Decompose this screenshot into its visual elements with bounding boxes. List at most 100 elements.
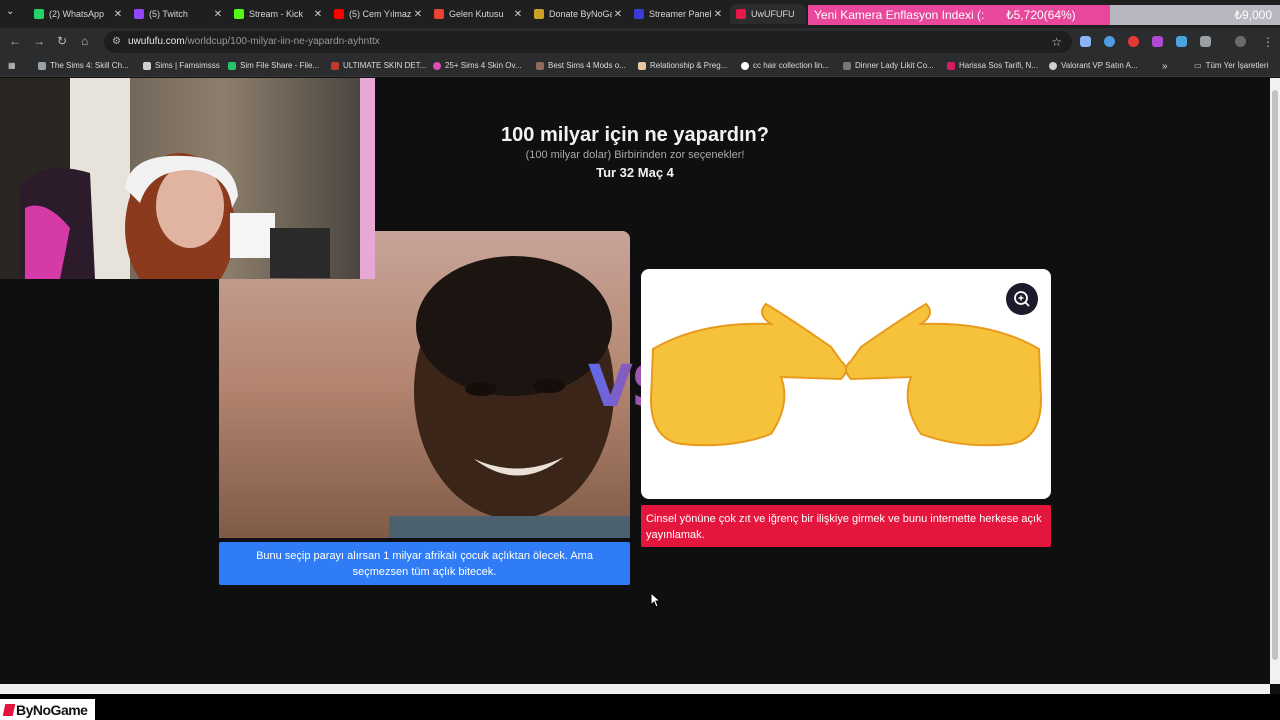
twitch-icon [134, 9, 144, 19]
left-option-description[interactable]: Bunu seçip parayı alırsan 1 milyar afrik… [219, 542, 630, 585]
menu-kebab-icon[interactable]: ⋮ [1262, 35, 1274, 49]
globe-icon [38, 61, 46, 70]
pointing-fingers-icon [649, 302, 1043, 447]
site-icon [638, 61, 646, 70]
youtube-icon [334, 9, 344, 19]
bookmark-item[interactable]: cc hair collection lin... [741, 61, 829, 70]
shield-extension-icon[interactable] [1080, 36, 1091, 47]
whatsapp-icon [34, 9, 44, 19]
streamer-webcam [0, 78, 375, 279]
uwufufu-icon [736, 9, 746, 19]
zoom-icon-graphic [1014, 291, 1030, 307]
url-domain: uwufufu.com [128, 36, 185, 47]
tab-gmail[interactable]: Gelen Kutusu ✕ [428, 4, 524, 24]
scrollbar-thumb[interactable] [1272, 90, 1278, 660]
bookmark-label: Valorant VP Satın A... [1061, 61, 1138, 70]
donation-goal-amount: ₺9,000 [1234, 8, 1272, 22]
mouse-cursor-icon [650, 592, 662, 608]
stream-bottom-strip [0, 694, 1280, 720]
forward-icon[interactable]: → [33, 34, 45, 48]
bookmarks-folder[interactable]: ▭ Tüm Yer İşaretleri [1194, 61, 1268, 70]
bookmark-star-icon[interactable]: ☆ [1051, 35, 1062, 49]
bookmark-label: The Sims 4: Skill Ch... [50, 61, 129, 70]
bookmark-label: Relationship & Preg... [650, 61, 728, 70]
close-icon[interactable]: ✕ [712, 9, 724, 20]
bookmark-item[interactable]: Best Sims 4 Mods o... [536, 61, 626, 70]
bookmark-item[interactable]: Valorant VP Satın A... [1049, 61, 1138, 70]
bookmarks-folder-label: Tüm Yer İşaretleri [1205, 61, 1269, 70]
horizontal-scrollbar[interactable] [0, 684, 1270, 694]
address-bar-row: ← → ↻ ⌂ ⚙ uwufufu.com/worldcup/100-milya… [0, 28, 1280, 56]
close-icon[interactable]: ✕ [312, 9, 324, 20]
tab-search-chevron-icon[interactable]: ⌄ [6, 6, 14, 17]
tab-whatsapp[interactable]: (2) WhatsApp ✕ [28, 4, 124, 24]
profile-avatar[interactable] [1235, 36, 1246, 47]
magnifier-plus-icon[interactable] [1006, 283, 1038, 315]
bookmark-item[interactable]: The Sims 4: Skill Ch... [38, 61, 129, 70]
close-icon[interactable]: ✕ [212, 9, 224, 20]
close-icon[interactable]: ✕ [412, 9, 424, 20]
more-bookmarks-button[interactable]: » [1162, 61, 1168, 72]
donation-goal-label: Yeni Kamera Enflasyon Indexi (: [814, 8, 985, 22]
tab-streamer-panel[interactable]: Streamer Panel ✕ [628, 4, 724, 24]
right-option-description[interactable]: Cinsel yönüne çok zıt ve iğrenç bir iliş… [641, 505, 1051, 547]
extension-icon[interactable] [1104, 36, 1115, 47]
bynogame-logo-mark [2, 703, 16, 716]
reload-icon[interactable]: ↻ [57, 34, 67, 48]
url-input[interactable]: ⚙ uwufufu.com/worldcup/100-milyar-iin-ne… [104, 31, 1072, 53]
panel-icon [634, 9, 644, 19]
diamond-icon [143, 61, 151, 70]
tab-label: Stream - Kick [249, 9, 304, 19]
bookmark-item[interactable]: Dinner Lady Likit Co... [843, 61, 934, 70]
extension-icon[interactable] [1152, 36, 1163, 47]
vertical-scrollbar[interactable] [1270, 78, 1280, 684]
donation-goal-bar: Yeni Kamera Enflasyon Indexi (: ₺5,720(6… [808, 5, 1280, 25]
close-icon[interactable]: ✕ [612, 9, 624, 20]
bookmark-label: Sim File Share - File... [240, 61, 320, 70]
apps-grid-icon[interactable]: ▦ [8, 61, 16, 70]
tab-youtube[interactable]: (5) Cem Yılmaz ✕ [328, 4, 424, 24]
bookmarks-bar: ▦ The Sims 4: Skill Ch... Sims | Famsims… [0, 56, 1280, 77]
tab-kick[interactable]: Stream - Kick ✕ [228, 4, 324, 24]
bookmark-item[interactable]: Sim File Share - File... [228, 61, 319, 70]
bookmark-item[interactable]: ULTIMATE SKIN DET... [331, 61, 426, 70]
tab-label: (5) Twitch [149, 9, 188, 19]
bookmark-label: Best Sims 4 Mods o... [548, 61, 626, 70]
bynogame-logo-text: ByNoGame [16, 701, 88, 718]
url-text: uwufufu.com/worldcup/100-milyar-iin-ne-y… [128, 36, 380, 47]
site-icon [741, 61, 749, 70]
tab-label: Streamer Panel [649, 9, 712, 19]
site-icon [536, 61, 544, 70]
right-option-image[interactable] [641, 269, 1051, 499]
bookmark-item[interactable]: Harissa Sos Tarifi, N... [947, 61, 1038, 70]
kick-icon [234, 9, 244, 19]
download-icon[interactable] [1176, 36, 1187, 47]
tab-twitch[interactable]: (5) Twitch ✕ [128, 4, 224, 24]
bynogame-logo: ByNoGame [0, 699, 95, 720]
tab-label: (2) WhatsApp [49, 9, 105, 19]
site-icon [331, 61, 339, 70]
back-icon[interactable]: ← [9, 34, 21, 48]
folder-icon: ▭ [1194, 61, 1202, 70]
bookmark-label: Dinner Lady Likit Co... [855, 61, 934, 70]
tab-uwufufu[interactable]: UwUFUFU [730, 4, 806, 24]
site-info-icon[interactable]: ⚙ [112, 36, 121, 47]
bookmark-label: Sims | Famsimsss [155, 61, 220, 70]
extension-icon[interactable] [1128, 36, 1139, 47]
site-icon [433, 61, 441, 70]
bookmark-label: Harissa Sos Tarifi, N... [959, 61, 1038, 70]
site-icon [1049, 61, 1057, 70]
close-icon[interactable]: ✕ [112, 9, 124, 20]
bookmark-label: 25+ Sims 4 Skin Ov... [445, 61, 522, 70]
close-icon[interactable]: ✕ [512, 9, 524, 20]
bookmark-item[interactable]: Relationship & Preg... [638, 61, 727, 70]
bookmark-item[interactable]: 25+ Sims 4 Skin Ov... [433, 61, 522, 70]
donation-current-amount: ₺5,720(64%) [1006, 8, 1076, 22]
tab-donate[interactable]: Donate ByNoGame✕ [528, 4, 624, 24]
plumbob-icon [228, 61, 236, 70]
home-icon[interactable]: ⌂ [81, 34, 88, 48]
tab-label: UwUFUFU [751, 9, 795, 19]
bookmark-label: ULTIMATE SKIN DET... [343, 61, 427, 70]
puzzle-extensions-icon[interactable] [1200, 36, 1211, 47]
bookmark-item[interactable]: Sims | Famsimsss [143, 61, 220, 70]
